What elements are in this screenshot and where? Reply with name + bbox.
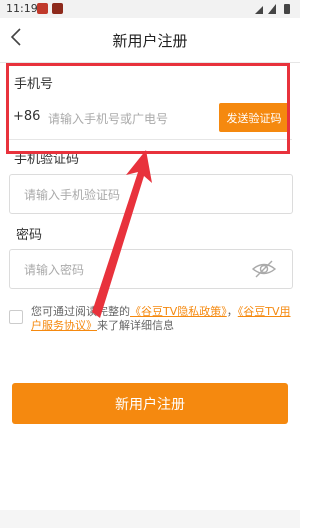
- country-code[interactable]: +86: [13, 109, 40, 124]
- signal-battery-icon: [255, 4, 290, 14]
- agreement-text: 您可通过阅读完整的《谷豆TV隐私政策》，《谷豆TV用户服务协议》来了解详细信息: [31, 305, 295, 333]
- system-nav-bar: [0, 510, 300, 528]
- status-bar: 11:19: [0, 0, 300, 18]
- status-icons: [254, 3, 294, 18]
- privacy-policy-link[interactable]: 《谷豆TV隐私政策》: [130, 305, 227, 318]
- phone-label: 手机号: [14, 77, 54, 92]
- status-time: 11:19: [6, 2, 38, 15]
- app-notification-icon: [37, 3, 48, 14]
- code-label: 手机验证码: [14, 152, 80, 167]
- agreement-separator: ，: [226, 305, 238, 318]
- code-field: [9, 174, 293, 214]
- header: 新用户注册: [0, 18, 300, 63]
- password-field: [9, 249, 293, 289]
- send-code-button[interactable]: 发送验证码: [219, 103, 289, 132]
- password-label: 密码: [16, 228, 43, 243]
- app-notification-icon: [52, 3, 63, 14]
- password-input[interactable]: [22, 259, 246, 281]
- agreement-prefix: 您可通过阅读完整的: [31, 305, 130, 318]
- code-input[interactable]: [22, 184, 246, 206]
- agreement-checkbox[interactable]: [9, 310, 23, 324]
- phone-row: +86 发送验证码: [8, 97, 292, 140]
- phone-input[interactable]: [46, 107, 220, 131]
- page-title: 新用户注册: [112, 32, 188, 50]
- register-button[interactable]: 新用户注册: [12, 383, 288, 424]
- eye-off-icon[interactable]: [252, 260, 276, 278]
- agreement-suffix: 来了解详细信息: [97, 319, 174, 332]
